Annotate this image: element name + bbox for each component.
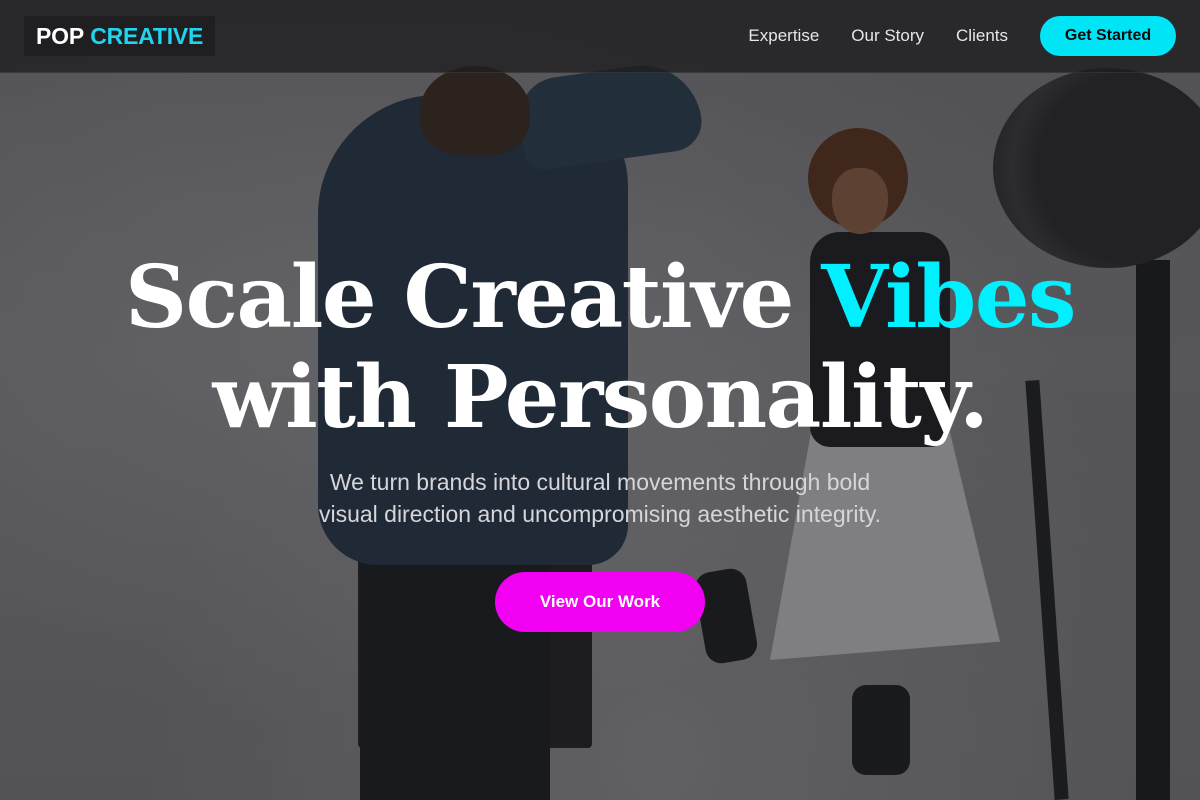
- hero-subtitle-line-1: We turn brands into cultural movements t…: [329, 469, 871, 495]
- nav-links: Expertise Our Story Clients: [748, 0, 1008, 72]
- hero-title-text: Scale Creative: [125, 247, 794, 348]
- hero-title-line-1: Scale Creative Vibes: [0, 248, 1200, 348]
- nav-link-our-story[interactable]: Our Story: [851, 26, 924, 46]
- logo-word-pop: POP: [36, 22, 84, 49]
- nav-link-clients[interactable]: Clients: [956, 26, 1008, 46]
- view-our-work-button[interactable]: View Our Work: [495, 572, 705, 632]
- nav-link-expertise[interactable]: Expertise: [748, 26, 819, 46]
- brand-logo[interactable]: POP CREATIVE: [24, 16, 216, 56]
- top-navbar: POP CREATIVE Expertise Our Story Clients…: [0, 0, 1200, 73]
- hero-title-accent: Vibes: [821, 247, 1076, 348]
- hero-title-line-2: with Personality.: [212, 347, 989, 448]
- get-started-button[interactable]: Get Started: [1040, 16, 1176, 56]
- landing-page: POP CREATIVE Expertise Our Story Clients…: [0, 0, 1200, 800]
- logo-word-creative: CREATIVE: [90, 22, 204, 49]
- hero-subtitle-line-2: visual direction and uncompromising aest…: [318, 501, 882, 527]
- hero-subtitle: We turn brands into cultural movements t…: [270, 466, 930, 530]
- hero-title: Scale Creative Vibes with Personality.: [0, 248, 1200, 448]
- hero-section: Scale Creative Vibes with Personality. W…: [0, 248, 1200, 632]
